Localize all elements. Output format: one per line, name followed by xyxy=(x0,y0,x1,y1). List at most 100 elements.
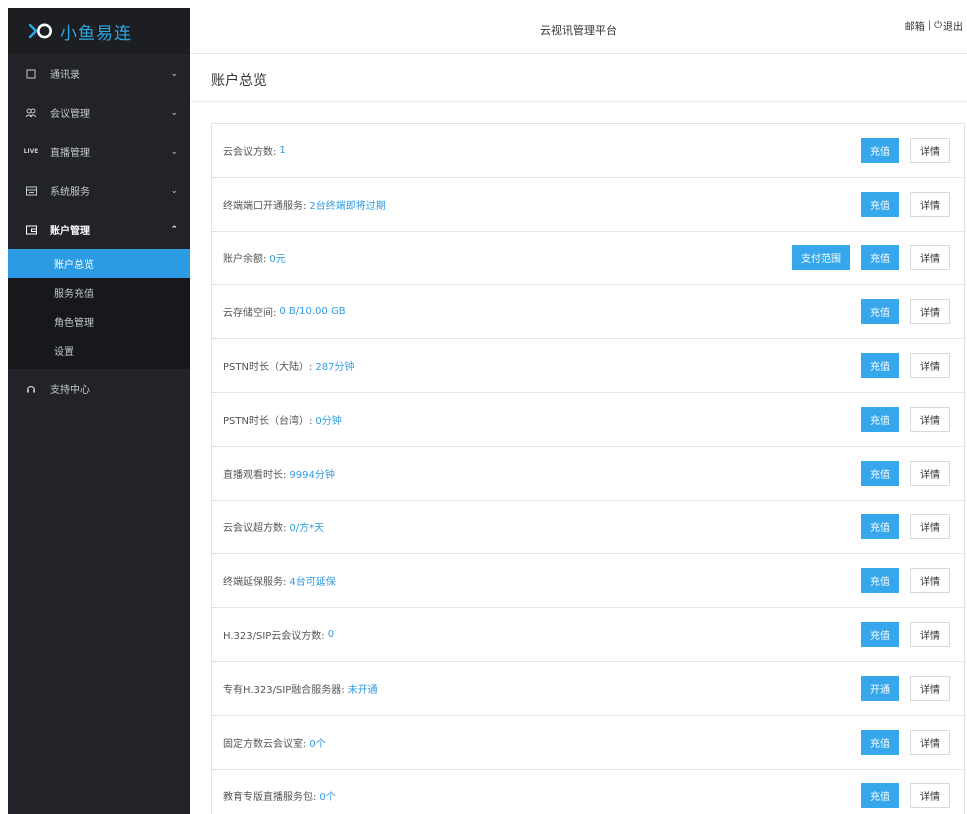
recharge-button[interactable]: 充值 xyxy=(861,406,899,432)
sidebar-item-label: 会议管理 xyxy=(50,109,90,120)
submenu-item-role-management[interactable]: 角色管理 xyxy=(8,307,190,336)
item-value: 0/方*天 xyxy=(289,523,325,535)
list-item: 终端延保服务: 4台可延保 充值 详情 xyxy=(212,554,964,609)
account-overview-list: 云会议方数: 1 充值 详情 终端端口开通服务: 2台终端即将过期 充值 详情 … xyxy=(211,123,965,814)
details-button[interactable]: 详情 xyxy=(910,191,950,217)
sidebar-item-label: 直播管理 xyxy=(50,148,90,159)
list-item: 终端端口开通服务: 2台终端即将过期 充值 详情 xyxy=(212,178,964,232)
chevron-down-icon: ⌄ xyxy=(170,68,178,79)
chevron-down-icon: ⌄ xyxy=(170,146,178,157)
item-value: 0 xyxy=(327,629,335,641)
sidebar-item-label: 通讯录 xyxy=(50,70,80,81)
brand-logo[interactable]: 小鱼易连 xyxy=(8,8,190,54)
details-button[interactable]: 详情 xyxy=(910,783,950,809)
item-value[interactable]: 2台终端即将过期 xyxy=(309,197,385,212)
item-label: PSTN时长（大陆）: xyxy=(223,362,313,374)
recharge-button[interactable]: 充值 xyxy=(861,568,899,594)
meeting-icon xyxy=(24,108,38,118)
item-label: H.323/SIP云会议方数: xyxy=(223,631,325,643)
item-label: 固定方数云会议室: xyxy=(223,738,307,750)
chevron-down-icon: ⌄ xyxy=(170,185,178,196)
details-button[interactable]: 详情 xyxy=(910,299,950,325)
details-button[interactable]: 详情 xyxy=(910,675,950,701)
headset-icon xyxy=(24,384,38,394)
details-button[interactable]: 详情 xyxy=(910,622,950,648)
details-button[interactable]: 详情 xyxy=(910,729,950,755)
recharge-button[interactable]: 充值 xyxy=(861,729,899,755)
mailbox-link[interactable]: 邮箱 xyxy=(905,18,925,33)
activate-button[interactable]: 开通 xyxy=(861,675,899,701)
top-links: 邮箱 | ⏻ 退出 xyxy=(905,18,963,33)
details-button[interactable]: 详情 xyxy=(910,460,950,486)
top-header: 云视讯管理平台 邮箱 | ⏻ 退出 xyxy=(190,8,967,54)
recharge-button[interactable]: 充值 xyxy=(861,783,899,809)
sidebar-item-label: 系统服务 xyxy=(50,187,90,198)
divider xyxy=(190,101,967,102)
details-button[interactable]: 详情 xyxy=(910,137,950,163)
details-button[interactable]: 详情 xyxy=(910,514,950,540)
page-title: 账户总览 xyxy=(211,73,267,89)
recharge-button[interactable]: 充值 xyxy=(861,460,899,486)
recharge-button[interactable]: 充值 xyxy=(861,137,899,163)
account-icon xyxy=(24,225,38,235)
recharge-button[interactable]: 充值 xyxy=(861,353,899,379)
chevron-down-icon: ⌄ xyxy=(170,107,178,118)
item-value: 0元 xyxy=(269,254,286,266)
details-button[interactable]: 详情 xyxy=(910,568,950,594)
item-value: 0 B/10.00 GB xyxy=(279,306,346,318)
power-icon: ⏻ xyxy=(934,20,942,31)
item-value: 0个 xyxy=(319,792,336,804)
details-button[interactable]: 详情 xyxy=(910,406,950,432)
list-item: 账户余额: 0元 支付范围 充值 详情 xyxy=(212,232,964,286)
submenu-item-account-overview[interactable]: 账户总览 xyxy=(8,249,190,278)
sidebar-item-system[interactable]: 系统服务 ⌄ xyxy=(8,171,190,210)
sidebar-item-label: 账户管理 xyxy=(50,226,90,237)
brand-name: 小鱼易连 xyxy=(60,23,132,44)
recharge-button[interactable]: 充值 xyxy=(861,514,899,540)
item-label: 教育专版直播服务包: xyxy=(223,792,317,804)
recharge-button[interactable]: 充值 xyxy=(861,245,899,271)
recharge-button[interactable]: 充值 xyxy=(861,191,899,217)
sidebar-item-live[interactable]: LIVE 直播管理 ⌄ xyxy=(8,132,190,171)
item-label: 云会议方数: xyxy=(223,146,277,158)
item-label: 终端端口开通服务: xyxy=(223,200,307,212)
item-value: 287分钟 xyxy=(315,362,355,374)
item-value: 0个 xyxy=(309,738,326,750)
sidebar-item-account[interactable]: 账户管理 ⌃ xyxy=(8,210,190,249)
divider: | xyxy=(927,20,932,31)
details-button[interactable]: 详情 xyxy=(910,245,950,271)
list-item: H.323/SIP云会议方数: 0 充值 详情 xyxy=(212,608,964,662)
item-value: 未开通 xyxy=(347,684,378,696)
item-label: PSTN时长（台湾）: xyxy=(223,415,313,427)
logout-link[interactable]: 退出 xyxy=(943,18,963,33)
sidebar-item-contacts[interactable]: 通讯录 ⌄ xyxy=(8,54,190,93)
list-item: 云存储空间: 0 B/10.00 GB 充值 详情 xyxy=(212,285,964,340)
details-button[interactable]: 详情 xyxy=(910,353,950,379)
recharge-button[interactable]: 充值 xyxy=(861,622,899,648)
contacts-icon xyxy=(24,69,38,79)
item-label: 专有H.323/SIP融合服务器: xyxy=(223,684,345,696)
list-item: 云会议方数: 1 充值 详情 xyxy=(212,124,964,178)
item-label: 云存储空间: xyxy=(223,308,277,320)
payment-scope-button[interactable]: 支付范围 xyxy=(792,245,850,271)
item-label: 账户余额: xyxy=(223,254,267,266)
sidebar-item-support[interactable]: 支持中心 xyxy=(8,369,190,408)
item-label: 终端延保服务: xyxy=(223,577,287,589)
submenu-item-service-recharge[interactable]: 服务充值 xyxy=(8,278,190,307)
list-item: 直播观看时长: 9994分钟 充值 详情 xyxy=(212,447,964,501)
item-value: 1 xyxy=(279,144,286,156)
list-item: 云会议超方数: 0/方*天 充值 详情 xyxy=(212,501,964,555)
recharge-button[interactable]: 充值 xyxy=(861,299,899,325)
sidebar-item-meetings[interactable]: 会议管理 ⌄ xyxy=(8,93,190,132)
platform-title: 云视讯管理平台 xyxy=(540,24,617,37)
item-label: 直播观看时长: xyxy=(223,469,287,481)
submenu-item-settings[interactable]: 设置 xyxy=(8,336,190,365)
item-value[interactable]: 4台可延保 xyxy=(289,573,335,588)
system-icon xyxy=(24,186,38,196)
sidebar-item-label: 支持中心 xyxy=(50,385,90,396)
list-item: PSTN时长（台湾）: 0分钟 充值 详情 xyxy=(212,393,964,447)
list-item: 固定方数云会议室: 0个 充值 详情 xyxy=(212,716,964,770)
item-value: 0分钟 xyxy=(315,415,342,427)
xiaoyu-logo-icon xyxy=(28,22,54,40)
live-icon: LIVE xyxy=(23,148,39,155)
